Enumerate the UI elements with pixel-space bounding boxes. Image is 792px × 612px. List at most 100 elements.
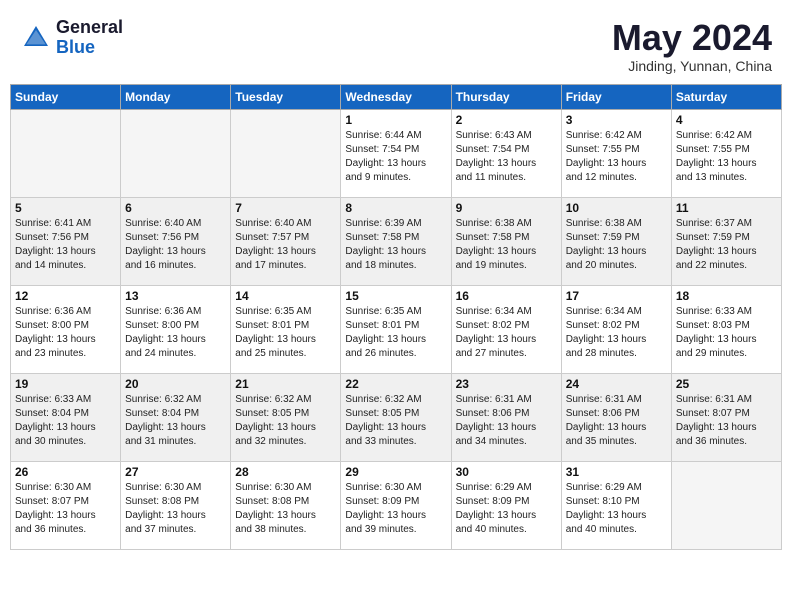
- day-number: 28: [235, 465, 336, 479]
- logo-text: General Blue: [56, 18, 123, 58]
- day-number: 7: [235, 201, 336, 215]
- day-info: Sunrise: 6:33 AM Sunset: 8:04 PM Dayligh…: [15, 393, 116, 449]
- calendar-day-13: 13 Sunrise: 6:36 AM Sunset: 8:00 PM Dayli…: [121, 285, 231, 373]
- day-number: 26: [15, 465, 116, 479]
- day-number: 30: [456, 465, 557, 479]
- calendar-week-row: 26Sunrise: 6:30 AM Sunset: 8:07 PM Dayli…: [11, 461, 782, 549]
- calendar-day-31: 31 Sunrise: 6:29 AM Sunset: 8:10 PM Dayli…: [561, 461, 671, 549]
- day-info: Sunrise: 6:39 AM Sunset: 7:58 PM Dayligh…: [345, 217, 446, 273]
- calendar-day-15: 15 Sunrise: 6:35 AM Sunset: 8:01 PM Dayli…: [341, 285, 451, 373]
- day-number: 11: [676, 201, 777, 215]
- calendar-day-20: 20 Sunrise: 6:32 AM Sunset: 8:04 PM Dayli…: [121, 373, 231, 461]
- weekday-header-sunday: Sunday: [11, 84, 121, 109]
- day-info: Sunrise: 6:40 AM Sunset: 7:57 PM Dayligh…: [235, 217, 336, 273]
- day-number: 2: [456, 113, 557, 127]
- page: General Blue May 2024 Jinding, Yunnan, C…: [0, 0, 792, 560]
- day-number: 13: [125, 289, 226, 303]
- weekday-header-monday: Monday: [121, 84, 231, 109]
- calendar-day-9: 9 Sunrise: 6:38 AM Sunset: 7:58 PM Daylig…: [451, 197, 561, 285]
- calendar-day-30: 30Sunrise: 6:29 AM Sunset: 8:09 PM Dayli…: [451, 461, 561, 549]
- calendar-week-row: 5Sunrise: 6:41 AM Sunset: 7:56 PM Daylig…: [11, 197, 782, 285]
- day-number: 6: [125, 201, 226, 215]
- logo-general: General: [56, 18, 123, 38]
- month-year: May 2024: [612, 18, 772, 58]
- day-info: Sunrise: 6:44 AM Sunset: 7:54 PM Dayligh…: [345, 129, 446, 185]
- calendar-day-11: 11 Sunrise: 6:37 AM Sunset: 7:59 PM Dayli…: [671, 197, 781, 285]
- day-info: Sunrise: 6:35 AM Sunset: 8:01 PM Dayligh…: [345, 305, 446, 361]
- day-info: Sunrise: 6:31 AM Sunset: 8:06 PM Dayligh…: [566, 393, 667, 449]
- calendar-day-4: 4Sunrise: 6:42 AM Sunset: 7:55 PM Daylig…: [671, 109, 781, 197]
- calendar-day-28: 28 Sunrise: 6:30 AM Sunset: 8:08 PM Dayli…: [231, 461, 341, 549]
- day-info: Sunrise: 6:30 AM Sunset: 8:08 PM Dayligh…: [125, 481, 226, 537]
- calendar-day-empty: [121, 109, 231, 197]
- day-info: Sunrise: 6:37 AM Sunset: 7:59 PM Dayligh…: [676, 217, 777, 273]
- calendar-day-1: 1 Sunrise: 6:44 AM Sunset: 7:54 PM Daylig…: [341, 109, 451, 197]
- day-info: Sunrise: 6:30 AM Sunset: 8:08 PM Dayligh…: [235, 481, 336, 537]
- day-info: Sunrise: 6:40 AM Sunset: 7:56 PM Dayligh…: [125, 217, 226, 273]
- day-info: Sunrise: 6:42 AM Sunset: 7:55 PM Dayligh…: [676, 129, 777, 185]
- day-number: 31: [566, 465, 667, 479]
- calendar-week-row: 1 Sunrise: 6:44 AM Sunset: 7:54 PM Daylig…: [11, 109, 782, 197]
- day-number: 3: [566, 113, 667, 127]
- day-info: Sunrise: 6:38 AM Sunset: 7:59 PM Dayligh…: [566, 217, 667, 273]
- day-info: Sunrise: 6:32 AM Sunset: 8:04 PM Dayligh…: [125, 393, 226, 449]
- day-info: Sunrise: 6:30 AM Sunset: 8:09 PM Dayligh…: [345, 481, 446, 537]
- day-info: Sunrise: 6:31 AM Sunset: 8:07 PM Dayligh…: [676, 393, 777, 449]
- day-info: Sunrise: 6:38 AM Sunset: 7:58 PM Dayligh…: [456, 217, 557, 273]
- day-number: 24: [566, 377, 667, 391]
- logo-icon: [20, 22, 52, 54]
- calendar-day-26: 26Sunrise: 6:30 AM Sunset: 8:07 PM Dayli…: [11, 461, 121, 549]
- calendar-week-row: 12Sunrise: 6:36 AM Sunset: 8:00 PM Dayli…: [11, 285, 782, 373]
- day-number: 1: [345, 113, 446, 127]
- weekday-header-thursday: Thursday: [451, 84, 561, 109]
- calendar-day-empty: [671, 461, 781, 549]
- day-info: Sunrise: 6:34 AM Sunset: 8:02 PM Dayligh…: [566, 305, 667, 361]
- day-number: 27: [125, 465, 226, 479]
- calendar-day-27: 27 Sunrise: 6:30 AM Sunset: 8:08 PM Dayli…: [121, 461, 231, 549]
- calendar-day-24: 24 Sunrise: 6:31 AM Sunset: 8:06 PM Dayli…: [561, 373, 671, 461]
- calendar-day-8: 8 Sunrise: 6:39 AM Sunset: 7:58 PM Daylig…: [341, 197, 451, 285]
- calendar-day-empty: [11, 109, 121, 197]
- logo-blue: Blue: [56, 38, 123, 58]
- day-number: 9: [456, 201, 557, 215]
- day-number: 10: [566, 201, 667, 215]
- day-number: 16: [456, 289, 557, 303]
- day-number: 15: [345, 289, 446, 303]
- calendar-day-19: 19Sunrise: 6:33 AM Sunset: 8:04 PM Dayli…: [11, 373, 121, 461]
- day-info: Sunrise: 6:29 AM Sunset: 8:10 PM Dayligh…: [566, 481, 667, 537]
- day-info: Sunrise: 6:43 AM Sunset: 7:54 PM Dayligh…: [456, 129, 557, 185]
- weekday-header-friday: Friday: [561, 84, 671, 109]
- day-info: Sunrise: 6:36 AM Sunset: 8:00 PM Dayligh…: [15, 305, 116, 361]
- day-info: Sunrise: 6:32 AM Sunset: 8:05 PM Dayligh…: [345, 393, 446, 449]
- calendar-day-18: 18Sunrise: 6:33 AM Sunset: 8:03 PM Dayli…: [671, 285, 781, 373]
- day-number: 8: [345, 201, 446, 215]
- logo: General Blue: [20, 18, 123, 58]
- day-number: 14: [235, 289, 336, 303]
- calendar-day-10: 10 Sunrise: 6:38 AM Sunset: 7:59 PM Dayli…: [561, 197, 671, 285]
- day-number: 17: [566, 289, 667, 303]
- day-number: 20: [125, 377, 226, 391]
- calendar-day-16: 16Sunrise: 6:34 AM Sunset: 8:02 PM Dayli…: [451, 285, 561, 373]
- calendar-day-25: 25Sunrise: 6:31 AM Sunset: 8:07 PM Dayli…: [671, 373, 781, 461]
- day-info: Sunrise: 6:33 AM Sunset: 8:03 PM Dayligh…: [676, 305, 777, 361]
- calendar-day-12: 12Sunrise: 6:36 AM Sunset: 8:00 PM Dayli…: [11, 285, 121, 373]
- calendar-week-row: 19Sunrise: 6:33 AM Sunset: 8:04 PM Dayli…: [11, 373, 782, 461]
- calendar-day-2: 2 Sunrise: 6:43 AM Sunset: 7:54 PM Daylig…: [451, 109, 561, 197]
- day-number: 29: [345, 465, 446, 479]
- day-number: 23: [456, 377, 557, 391]
- day-number: 21: [235, 377, 336, 391]
- calendar-day-7: 7 Sunrise: 6:40 AM Sunset: 7:57 PM Daylig…: [231, 197, 341, 285]
- location: Jinding, Yunnan, China: [612, 58, 772, 74]
- day-info: Sunrise: 6:36 AM Sunset: 8:00 PM Dayligh…: [125, 305, 226, 361]
- header: General Blue May 2024 Jinding, Yunnan, C…: [10, 10, 782, 78]
- calendar-day-23: 23Sunrise: 6:31 AM Sunset: 8:06 PM Dayli…: [451, 373, 561, 461]
- calendar-day-6: 6 Sunrise: 6:40 AM Sunset: 7:56 PM Daylig…: [121, 197, 231, 285]
- day-info: Sunrise: 6:32 AM Sunset: 8:05 PM Dayligh…: [235, 393, 336, 449]
- calendar-day-22: 22Sunrise: 6:32 AM Sunset: 8:05 PM Dayli…: [341, 373, 451, 461]
- day-info: Sunrise: 6:41 AM Sunset: 7:56 PM Dayligh…: [15, 217, 116, 273]
- calendar-day-14: 14Sunrise: 6:35 AM Sunset: 8:01 PM Dayli…: [231, 285, 341, 373]
- weekday-header-wednesday: Wednesday: [341, 84, 451, 109]
- day-info: Sunrise: 6:42 AM Sunset: 7:55 PM Dayligh…: [566, 129, 667, 185]
- title-block: May 2024 Jinding, Yunnan, China: [612, 18, 772, 74]
- calendar-day-5: 5Sunrise: 6:41 AM Sunset: 7:56 PM Daylig…: [11, 197, 121, 285]
